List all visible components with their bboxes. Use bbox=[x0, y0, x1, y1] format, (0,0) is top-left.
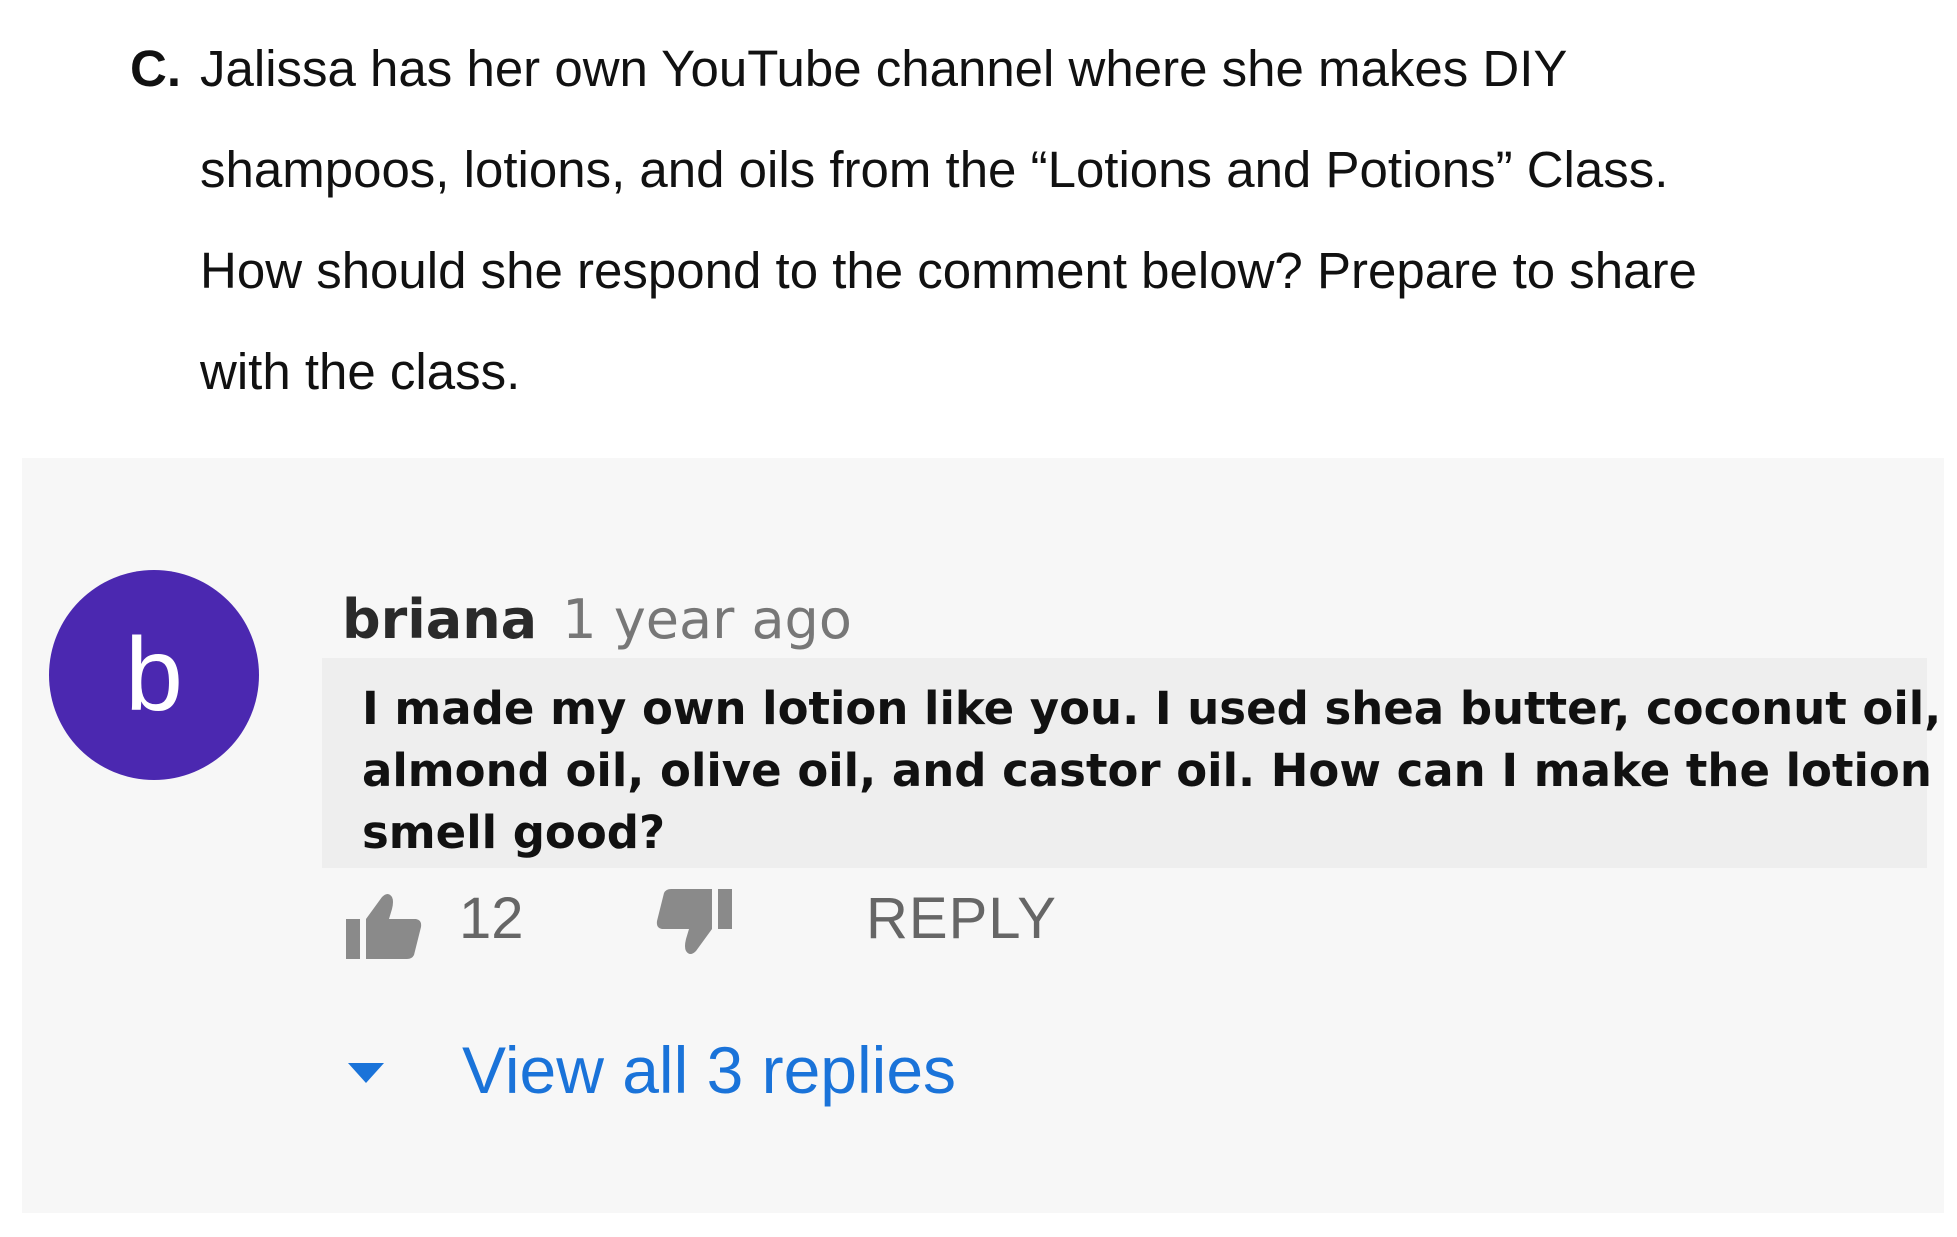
question-line-1: C. Jalissa has her own YouTube channel wh… bbox=[130, 18, 1910, 119]
chevron-down-icon[interactable] bbox=[346, 1061, 386, 1085]
page: C. Jalissa has her own YouTube channel wh… bbox=[0, 0, 1957, 1237]
reply-button[interactable]: REPLY bbox=[866, 885, 1057, 952]
question-text-1: Jalissa has her own YouTube channel wher… bbox=[200, 40, 1568, 97]
comment-panel: b briana 1 year ago I made my own lotion… bbox=[22, 458, 1944, 1213]
comment-author[interactable]: briana bbox=[342, 588, 537, 651]
question-text-2: shampoos, lotions, and oils from the “Lo… bbox=[200, 141, 1669, 198]
view-replies-toggle[interactable]: View all 3 replies bbox=[344, 1028, 1144, 1118]
thumbs-down-icon[interactable] bbox=[654, 887, 734, 959]
comment-header: briana 1 year ago bbox=[342, 588, 852, 651]
comment-actions: 12 REPLY bbox=[344, 873, 1144, 963]
question-letter: C. bbox=[130, 40, 181, 97]
question-text-4: with the class. bbox=[200, 343, 521, 400]
comment-text: I made my own lotion like you. I used sh… bbox=[362, 682, 1942, 859]
comment-timestamp[interactable]: 1 year ago bbox=[562, 588, 852, 651]
thumbs-up-icon[interactable] bbox=[344, 889, 424, 961]
question-prompt: C. Jalissa has her own YouTube channel wh… bbox=[130, 18, 1910, 422]
like-count: 12 bbox=[459, 886, 524, 951]
question-text-3: How should she respond to the comment be… bbox=[200, 242, 1697, 299]
comment-body-box: I made my own lotion like you. I used sh… bbox=[322, 658, 1941, 868]
view-replies-link[interactable]: View all 3 replies bbox=[462, 1032, 956, 1108]
avatar[interactable]: b bbox=[49, 570, 259, 780]
